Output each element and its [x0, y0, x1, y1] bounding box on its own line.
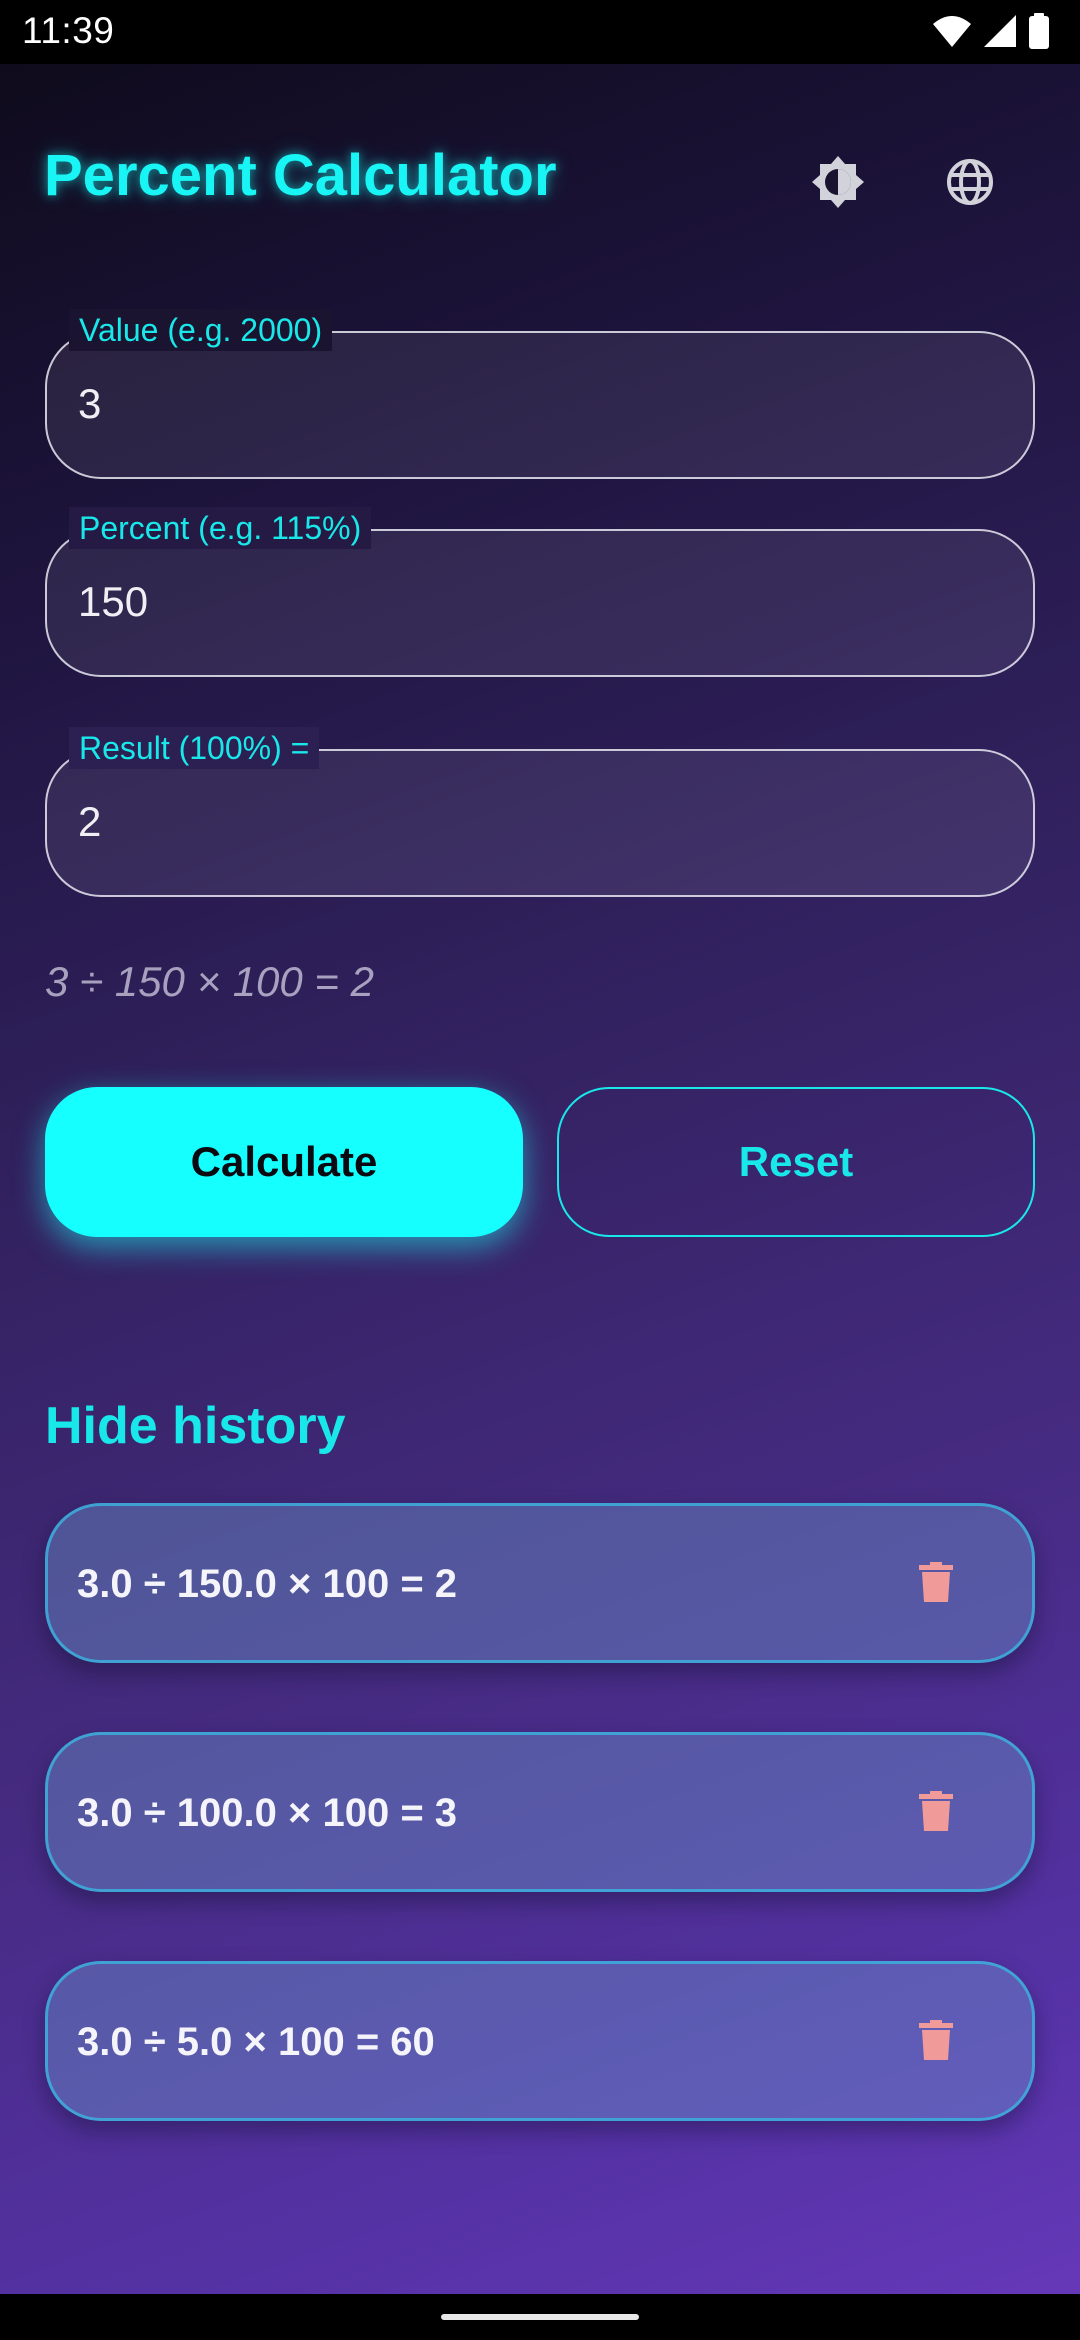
system-nav-bar [0, 2294, 1080, 2340]
language-button[interactable] [930, 144, 1010, 224]
history-item[interactable]: 3.0 ÷ 100.0 × 100 = 3 [45, 1732, 1035, 1892]
result-field-label: Result (100%) = [69, 727, 320, 769]
percent-field[interactable]: Percent (e.g. 115%) 150 [45, 507, 1035, 677]
theme-toggle-button[interactable] [798, 144, 878, 224]
reset-button[interactable]: Reset [557, 1087, 1035, 1237]
status-bar: 11:39 [0, 0, 1080, 64]
history-item-text: 3.0 ÷ 100.0 × 100 = 3 [77, 1791, 458, 1835]
history-item-text: 3.0 ÷ 150.0 × 100 = 2 [77, 1562, 458, 1606]
delete-icon [919, 1561, 953, 1607]
delete-history-button[interactable] [900, 1548, 972, 1620]
delete-icon [919, 1790, 953, 1836]
percent-field-input[interactable]: 150 [78, 577, 148, 627]
result-field[interactable]: Result (100%) = 2 [45, 727, 1035, 897]
calculate-button[interactable]: Calculate [45, 1087, 523, 1237]
app-title: Percent Calculator [44, 143, 557, 208]
language-globe-icon [945, 157, 995, 212]
history-item-text: 3.0 ÷ 5.0 × 100 = 60 [77, 2020, 435, 2064]
result-field-input[interactable]: 2 [78, 797, 101, 847]
percent-field-label: Percent (e.g. 115%) [69, 507, 372, 549]
history-item[interactable]: 3.0 ÷ 5.0 × 100 = 60 [45, 1961, 1035, 2121]
value-field-label: Value (e.g. 2000) [69, 309, 333, 351]
home-gesture-handle[interactable] [441, 2314, 639, 2320]
app-screen: Percent Calculator Value (e.g. 2000) 3 P… [0, 64, 1080, 2294]
cellular-signal-icon [982, 14, 1018, 53]
history-item[interactable]: 3.0 ÷ 150.0 × 100 = 2 [45, 1503, 1035, 1663]
formula-text: 3 ÷ 150 × 100 = 2 [45, 958, 374, 1005]
status-time: 11:39 [22, 10, 115, 51]
theme-toggle-icon [810, 154, 866, 215]
battery-icon [1028, 12, 1050, 54]
hide-history-toggle[interactable]: Hide history [45, 1396, 346, 1456]
wifi-icon [932, 14, 972, 53]
delete-icon [919, 2019, 953, 2065]
delete-history-button[interactable] [900, 2006, 972, 2078]
history-list: 3.0 ÷ 150.0 × 100 = 2 3.0 ÷ 100.0 × 100 … [45, 1503, 1035, 2190]
value-field[interactable]: Value (e.g. 2000) 3 [45, 309, 1035, 479]
status-icons [932, 12, 1050, 54]
value-field-input[interactable]: 3 [78, 379, 101, 429]
delete-history-button[interactable] [900, 1777, 972, 1849]
